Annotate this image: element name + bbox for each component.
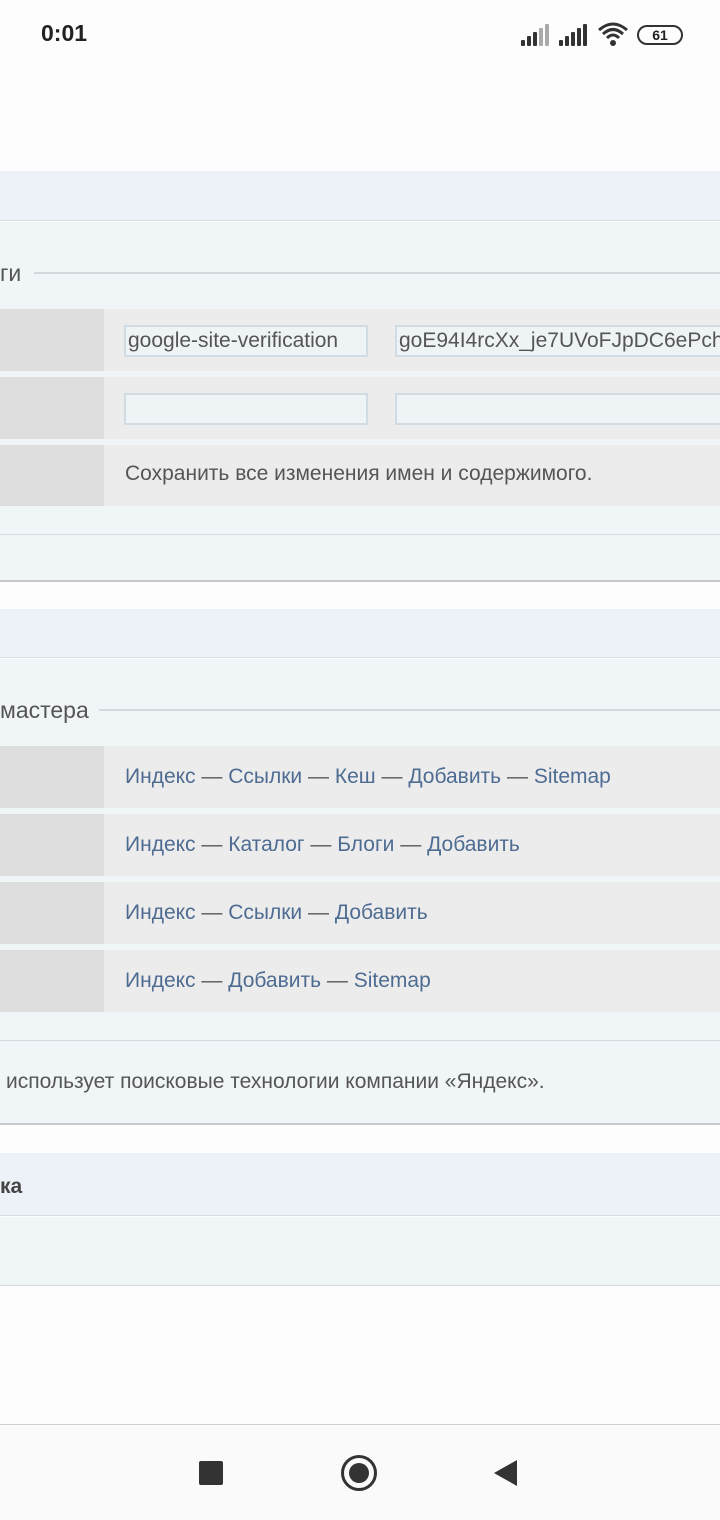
divider <box>0 534 720 535</box>
meta-name-input[interactable]: google-site-verification <box>124 325 368 357</box>
link-index[interactable]: Индекс <box>125 969 196 992</box>
separator: — <box>201 833 223 856</box>
battery-indicator: 61 <box>637 25 683 45</box>
link-sitemap[interactable]: Sitemap <box>354 969 431 992</box>
legend-line <box>99 709 720 711</box>
link-add[interactable]: Добавить <box>335 901 428 924</box>
page: 0:01 61 ги google-site-verification goE9… <box>0 0 720 1520</box>
separator: — <box>310 833 332 856</box>
section1-header <box>0 171 720 221</box>
meta-name-input[interactable] <box>124 393 368 425</box>
signal-1-icon <box>521 24 549 46</box>
meta-content-input[interactable] <box>395 393 720 425</box>
save-note: Сохранить все изменения имен и содержимо… <box>125 462 593 485</box>
link-row: Индекс — Ссылки — Добавить <box>125 901 428 925</box>
row-label <box>0 882 104 944</box>
divider <box>0 580 720 582</box>
separator: — <box>308 901 330 924</box>
yandex-note: использует поисковые технологии компании… <box>6 1070 545 1093</box>
link-row: Индекс — Ссылки — Кеш — Добавить — Sitem… <box>125 765 611 789</box>
link-cache[interactable]: Кеш <box>335 765 376 788</box>
row-label <box>0 950 104 1012</box>
divider <box>0 1040 720 1041</box>
section3-header <box>0 1153 720 1216</box>
signal-2-icon <box>559 24 587 46</box>
link-add[interactable]: Добавить <box>427 833 520 856</box>
row-label <box>0 445 104 506</box>
divider <box>0 1285 720 1286</box>
link-index[interactable]: Индекс <box>125 765 196 788</box>
link-index[interactable]: Индекс <box>125 901 196 924</box>
recent-apps-square-icon[interactable] <box>199 1461 223 1485</box>
section2-header <box>0 609 720 658</box>
separator: — <box>201 901 223 924</box>
link-row: Индекс — Добавить — Sitemap <box>125 969 431 993</box>
row-label <box>0 746 104 808</box>
meta-content-input[interactable]: goE94I4rcXx_je7UVoFJpDC6ePch <box>395 325 720 357</box>
section2-legend: мастера <box>0 697 89 723</box>
legend-line <box>34 272 720 274</box>
status-time: 0:01 <box>41 20 88 46</box>
link-catalog[interactable]: Каталог <box>228 833 304 856</box>
section1-legend: ги <box>0 260 22 286</box>
link-sitemap[interactable]: Sitemap <box>534 765 611 788</box>
separator: — <box>326 969 348 992</box>
separator: — <box>506 765 528 788</box>
link-index[interactable]: Индекс <box>125 833 196 856</box>
section3-title: ка <box>0 1175 23 1198</box>
separator: — <box>201 969 223 992</box>
row-label <box>0 377 104 439</box>
separator: — <box>201 765 223 788</box>
link-row: Индекс — Каталог — Блоги — Добавить <box>125 833 520 857</box>
home-circle-icon[interactable] <box>341 1455 377 1491</box>
separator: — <box>400 833 422 856</box>
separator: — <box>308 765 330 788</box>
link-links[interactable]: Ссылки <box>228 765 302 788</box>
link-blogs[interactable]: Блоги <box>337 833 394 856</box>
row-label <box>0 814 104 876</box>
section3-body <box>0 1217 720 1285</box>
wifi-icon <box>597 21 629 47</box>
link-add[interactable]: Добавить <box>408 765 501 788</box>
divider <box>0 1123 720 1125</box>
row-label <box>0 309 104 371</box>
back-triangle-icon[interactable] <box>494 1460 517 1486</box>
link-links[interactable]: Ссылки <box>228 901 302 924</box>
separator: — <box>381 765 403 788</box>
link-add[interactable]: Добавить <box>228 969 321 992</box>
